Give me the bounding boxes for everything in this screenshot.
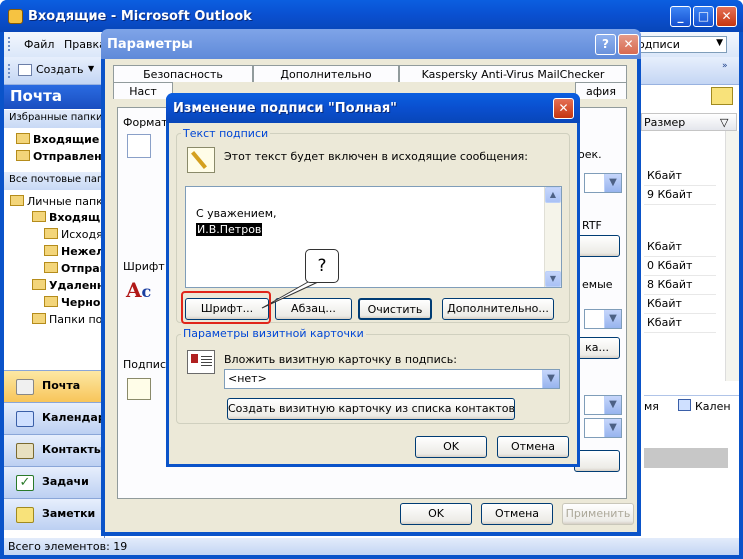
font-button-highlight	[181, 291, 271, 324]
question-callout: ?	[305, 249, 339, 283]
annotation-overlay	[261, 281, 319, 309]
